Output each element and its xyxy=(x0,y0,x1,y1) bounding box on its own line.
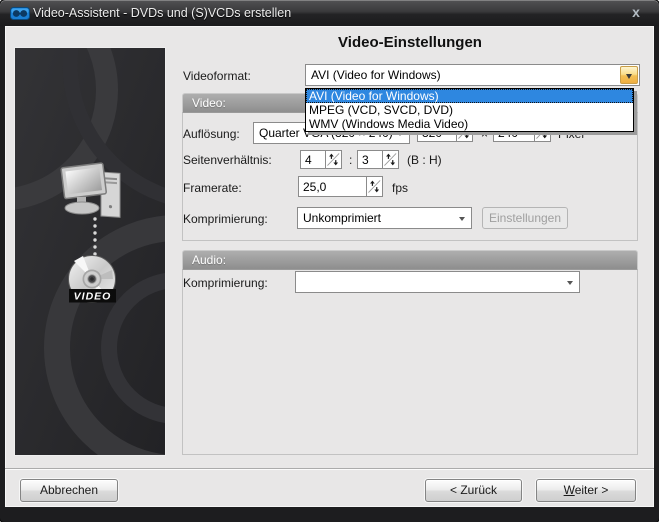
aspect-height-field[interactable]: 3 xyxy=(357,150,383,169)
videoformat-combobox[interactable]: AVI (Video for Windows) xyxy=(305,64,640,86)
titlebar: Video-Assistent - DVDs und (S)VCDs erste… xyxy=(0,0,659,26)
chevron-down-icon xyxy=(397,132,403,139)
aspect-height-stepper[interactable] xyxy=(382,150,399,169)
chevron-down-icon xyxy=(626,74,632,82)
video-label: VIDEO xyxy=(74,291,112,303)
audio-group-body xyxy=(182,270,638,455)
audio-compression-combobox[interactable] xyxy=(295,271,580,293)
aspect-width-field[interactable]: 4 xyxy=(300,150,326,169)
audio-compression-label: Komprimierung: xyxy=(183,276,268,290)
framerate-field[interactable]: 25,0 xyxy=(298,176,367,197)
videoformat-value: AVI (Video for Windows) xyxy=(311,68,441,82)
video-compression-combobox[interactable]: Unkomprimiert xyxy=(297,207,472,229)
aspect-suffix: (B : H) xyxy=(407,153,442,167)
aspect-colon: : xyxy=(349,153,352,167)
footer-separator xyxy=(5,468,654,469)
art-canvas: VIDEO xyxy=(15,48,165,455)
videoformat-label: Videoformat: xyxy=(183,69,251,83)
chevron-down-icon xyxy=(567,281,573,288)
video-compression-value: Unkomprimiert xyxy=(303,211,381,225)
close-icon[interactable]: x xyxy=(626,3,646,23)
videoformat-dropdown-button[interactable] xyxy=(620,66,638,84)
video-label-banner: VIDEO xyxy=(69,289,116,303)
framerate-label: Framerate: xyxy=(183,181,242,195)
audio-group-header: Audio: xyxy=(182,250,638,270)
chevron-down-icon xyxy=(459,217,465,224)
next-button-rest: eiter > xyxy=(575,483,609,497)
film-reel-icon xyxy=(10,7,30,20)
framerate-unit: fps xyxy=(392,181,408,195)
back-button[interactable]: < Zurück xyxy=(425,479,522,502)
aspect-width-stepper[interactable] xyxy=(325,150,342,169)
page-title: Video-Einstellungen xyxy=(182,34,638,51)
dialog-content: VIDEO Video-Einstellungen Videoformat: A… xyxy=(5,26,654,507)
dropdown-option-avi[interactable]: AVI (Video for Windows) xyxy=(306,89,633,103)
cancel-button[interactable]: Abbrechen xyxy=(20,479,118,502)
video-compression-label: Komprimierung: xyxy=(183,212,268,226)
settings-button[interactable]: Einstellungen xyxy=(482,207,568,229)
wizard-art-panel: VIDEO xyxy=(14,47,166,456)
wizard-window: Video-Assistent - DVDs und (S)VCDs erste… xyxy=(0,0,659,522)
dropdown-option-wmv[interactable]: WMV (Windows Media Video) xyxy=(306,117,633,131)
framerate-stepper[interactable] xyxy=(366,176,383,197)
window-title: Video-Assistent - DVDs und (S)VCDs erste… xyxy=(33,0,291,26)
aspect-ratio-label: Seitenverhältnis: xyxy=(183,153,272,167)
resolution-label: Auflösung: xyxy=(183,127,240,141)
next-button-accelerator: W xyxy=(564,483,575,497)
next-button[interactable]: Weiter > xyxy=(536,479,636,502)
dropdown-option-mpeg[interactable]: MPEG (VCD, SVCD, DVD) xyxy=(306,103,633,117)
videoformat-dropdown-list: AVI (Video for Windows) MPEG (VCD, SVCD,… xyxy=(305,88,634,132)
